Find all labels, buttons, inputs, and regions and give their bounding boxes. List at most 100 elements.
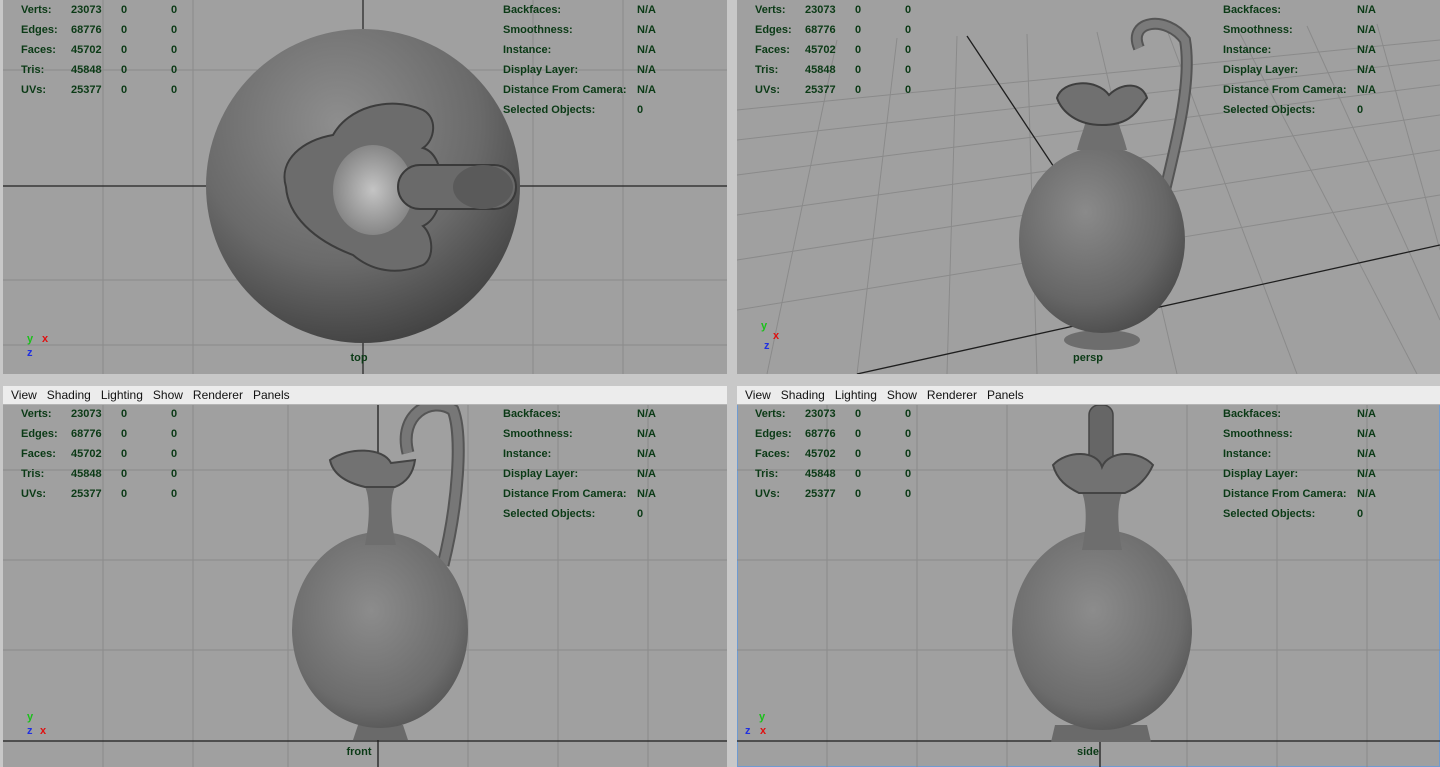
- hud-stat-v2: 0: [121, 44, 128, 56]
- hud-detail-label: Display Layer:: [503, 468, 579, 480]
- hud-stat-row: Tris: 45848 0 0: [755, 466, 925, 486]
- camera-label-top: top: [350, 352, 368, 364]
- hud-stat-label: Edges:: [755, 24, 792, 36]
- menu-lighting[interactable]: Lighting: [96, 388, 148, 402]
- hud-detail-value: N/A: [637, 448, 656, 460]
- hud-stat-v1: 45702: [71, 448, 102, 460]
- hud-detail-row: Smoothness: N/A: [1223, 22, 1397, 42]
- axis-gizmo-side: y z x: [745, 711, 775, 739]
- hud-stat-row: Faces: 45702 0 0: [755, 446, 925, 466]
- hud-detail-label: Selected Objects:: [503, 104, 596, 116]
- hud-detail-value: N/A: [637, 44, 656, 56]
- hud-detail-row: Display Layer: N/A: [1223, 466, 1397, 486]
- hud-stat-v1: 45848: [805, 468, 836, 480]
- hud-stat-v2: 0: [855, 64, 862, 76]
- viewport-pane-top[interactable]: Verts: 23073 0 0 Edges: 68776 0 0 Faces: 45702 0 0 T…: [3, 0, 727, 374]
- hud-detail-row: Smoothness: N/A: [503, 426, 677, 446]
- hud-stat-row: Tris: 45848 0 0: [755, 62, 925, 82]
- hud-stat-label: Edges:: [755, 428, 792, 440]
- hud-detail-value: 0: [637, 508, 644, 520]
- hud-stat-row: Verts: 23073 0 0: [755, 406, 925, 426]
- hud-detail-label: Selected Objects:: [1223, 508, 1316, 520]
- axis-z-label: z: [27, 347, 33, 359]
- menu-show[interactable]: Show: [882, 388, 922, 402]
- menu-shading[interactable]: Shading: [776, 388, 830, 402]
- hud-stat-row: Edges: 68776 0 0: [755, 426, 925, 446]
- axis-gizmo-top: y x z: [25, 333, 55, 361]
- axis-x-label: x: [760, 725, 767, 737]
- hud-stat-row: Verts: 23073 0 0: [755, 2, 925, 22]
- hud-detail-value: 0: [637, 104, 644, 116]
- hud-detail-value: N/A: [637, 64, 656, 76]
- viewport-pane-persp[interactable]: Verts: 23073 0 0 Edges: 68776 0 0 Faces: 45702 0 0 T…: [737, 0, 1440, 374]
- hud-object-details-front: Backfaces: N/A Smoothness: N/A Instance: N/A D…: [503, 406, 677, 526]
- menu-view[interactable]: View: [3, 388, 42, 402]
- hud-stat-v2: 0: [855, 44, 862, 56]
- hud-stat-v2: 0: [855, 24, 862, 36]
- hud-stat-v1: 25377: [71, 84, 102, 96]
- menu-renderer[interactable]: Renderer: [922, 388, 982, 402]
- hud-stat-label: Faces:: [755, 44, 790, 56]
- hud-detail-row: Instance: N/A: [1223, 446, 1397, 466]
- hud-stat-v2: 0: [121, 428, 128, 440]
- hud-detail-value: N/A: [1357, 468, 1376, 480]
- hud-detail-row: Distance From Camera: N/A: [1223, 82, 1397, 102]
- axis-z-label: z: [27, 725, 33, 737]
- hud-stat-row: Faces: 45702 0 0: [21, 42, 191, 62]
- camera-label-persp: persp: [1073, 352, 1103, 364]
- hud-detail-label: Distance From Camera:: [503, 84, 627, 96]
- hud-stat-v2: 0: [121, 64, 128, 76]
- menu-panels[interactable]: Panels: [248, 388, 295, 402]
- hud-stat-v3: 0: [905, 64, 912, 76]
- hud-stat-label: Tris:: [755, 64, 779, 76]
- hud-stat-v1: 23073: [805, 408, 836, 420]
- hud-detail-label: Display Layer:: [1223, 64, 1299, 76]
- hud-detail-row: Display Layer: N/A: [503, 62, 677, 82]
- menu-renderer[interactable]: Renderer: [188, 388, 248, 402]
- hud-stat-v3: 0: [905, 448, 912, 460]
- hud-stat-v2: 0: [855, 468, 862, 480]
- hud-stat-v2: 0: [855, 408, 862, 420]
- menu-panels[interactable]: Panels: [982, 388, 1029, 402]
- viewport-pane-side[interactable]: View Shading Lighting Show Renderer Pane…: [737, 386, 1440, 767]
- hud-detail-label: Distance From Camera:: [1223, 84, 1347, 96]
- hud-stat-label: Tris:: [21, 64, 45, 76]
- hud-stat-v3: 0: [905, 84, 912, 96]
- axis-z-label: z: [764, 340, 770, 352]
- hud-stat-v1: 45848: [71, 468, 102, 480]
- hud-detail-label: Backfaces:: [1223, 4, 1282, 16]
- hud-detail-label: Instance:: [1223, 44, 1272, 56]
- hud-detail-value: N/A: [637, 488, 656, 500]
- hud-detail-value: N/A: [1357, 4, 1376, 16]
- axis-gizmo-persp: y x z: [759, 320, 789, 352]
- hud-stat-row: UVs: 25377 0 0: [755, 82, 925, 102]
- hud-detail-row: Backfaces: N/A: [1223, 406, 1397, 426]
- hud-detail-value: N/A: [1357, 408, 1376, 420]
- menu-view[interactable]: View: [737, 388, 776, 402]
- menu-lighting[interactable]: Lighting: [830, 388, 882, 402]
- hud-stat-v1: 25377: [805, 488, 836, 500]
- axis-z-label: z: [745, 725, 751, 737]
- menu-shading[interactable]: Shading: [42, 388, 96, 402]
- hud-stat-label: Tris:: [755, 468, 779, 480]
- hud-detail-value: N/A: [637, 84, 656, 96]
- hud-detail-row: Display Layer: N/A: [503, 466, 677, 486]
- hud-stat-v3: 0: [171, 428, 178, 440]
- axis-y-label: y: [761, 320, 768, 332]
- viewport-pane-front[interactable]: View Shading Lighting Show Renderer Pane…: [3, 386, 727, 767]
- panel-menubar-front: View Shading Lighting Show Renderer Pane…: [3, 386, 727, 405]
- hud-detail-value: N/A: [1357, 24, 1376, 36]
- menu-show[interactable]: Show: [148, 388, 188, 402]
- hud-stat-row: Faces: 45702 0 0: [755, 42, 925, 62]
- hud-stat-v3: 0: [905, 488, 912, 500]
- hud-stat-v3: 0: [171, 488, 178, 500]
- hud-stat-v3: 0: [171, 64, 178, 76]
- hud-stat-v3: 0: [171, 468, 178, 480]
- panel-menubar-side: View Shading Lighting Show Renderer Pane…: [737, 386, 1440, 405]
- hud-detail-label: Smoothness:: [1223, 24, 1293, 36]
- hud-detail-value: N/A: [1357, 44, 1376, 56]
- hud-stat-label: Faces:: [755, 448, 790, 460]
- hud-detail-label: Distance From Camera:: [503, 488, 627, 500]
- hud-detail-row: Distance From Camera: N/A: [1223, 486, 1397, 506]
- hud-stat-label: UVs:: [755, 84, 781, 96]
